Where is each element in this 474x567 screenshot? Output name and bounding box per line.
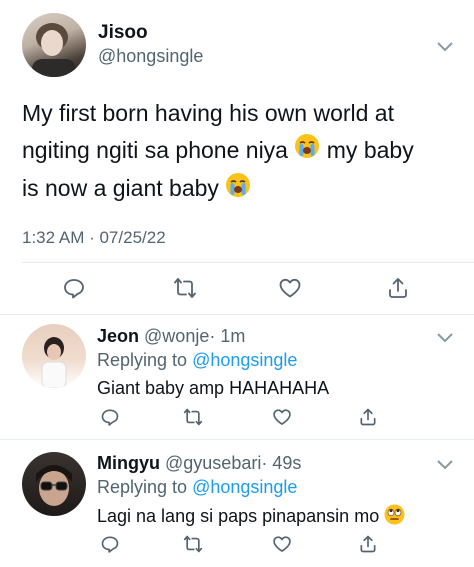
share-icon[interactable]	[358, 534, 378, 554]
author-name[interactable]: Mingyu	[97, 453, 160, 473]
share-icon[interactable]	[358, 407, 378, 427]
reply-icon[interactable]	[62, 276, 86, 300]
replying-to: Replying to @hongsingle	[97, 350, 297, 371]
replying-to: Replying to @hongsingle	[97, 477, 297, 498]
chevron-down-icon[interactable]	[436, 40, 454, 52]
author-handle[interactable]: @wonje	[144, 326, 209, 346]
reply-header: Jeon @wonje· 1m	[97, 326, 245, 347]
tweet-text-part: my baby	[326, 137, 414, 163]
author-handle[interactable]: @gyusebari	[165, 453, 261, 473]
reply-text: Lagi na lang si paps pinapansin mo	[97, 505, 380, 526]
heart-icon[interactable]	[272, 534, 292, 554]
avatar-portrait	[41, 337, 67, 388]
author-name[interactable]: Jeon	[97, 326, 139, 346]
avatar-mingyu[interactable]	[22, 452, 86, 516]
reply-header: Mingyu @gyusebari· 49s	[97, 453, 301, 474]
reply-icon[interactable]	[100, 407, 120, 427]
retweet-icon[interactable]	[183, 407, 203, 427]
retweet-icon[interactable]	[183, 534, 203, 554]
avatar-portrait	[36, 465, 72, 506]
tweet-text-line1: My first born having his own world at	[22, 100, 394, 126]
author-name[interactable]: Jisoo	[98, 22, 148, 44]
replying-to-handle[interactable]: @hongsingle	[192, 477, 297, 497]
tweet-text-line3: is now a giant baby	[22, 170, 462, 208]
replying-to-label: Replying to	[97, 477, 188, 497]
retweet-icon[interactable]	[173, 276, 197, 300]
tweet-text-line2: ngiting ngiti sa phone niya my baby	[22, 132, 462, 170]
reply-time[interactable]: · 49s	[261, 453, 301, 473]
reply-icon[interactable]	[100, 534, 120, 554]
author-handle[interactable]: @hongsingle	[98, 46, 203, 67]
loudly-crying-face-emoji	[294, 133, 320, 170]
heart-icon[interactable]	[272, 407, 292, 427]
avatar-jeon[interactable]	[22, 324, 86, 388]
tweet-text-part: is now a giant baby	[22, 175, 219, 202]
divider	[0, 439, 474, 440]
avatar-jisoo[interactable]	[22, 13, 86, 77]
replying-to-handle[interactable]: @hongsingle	[192, 350, 297, 370]
reply-time[interactable]: · 1m	[209, 326, 245, 346]
reply-text: Giant baby amp HAHAHAHA	[97, 378, 330, 398]
tweet-text: My first born having his own world at ng…	[22, 95, 462, 209]
avatar-portrait	[32, 23, 76, 77]
tweet-text-part: ngiting ngiti sa phone niya	[22, 137, 288, 163]
face-with-rolling-eyes-emoji	[384, 504, 405, 530]
share-icon[interactable]	[386, 276, 410, 300]
divider	[22, 262, 474, 263]
chevron-down-icon[interactable]	[436, 331, 454, 343]
heart-icon[interactable]	[278, 276, 302, 300]
tweet-timestamp[interactable]: 1:32 AM · 07/25/22	[22, 228, 166, 248]
replying-to-label: Replying to	[97, 350, 188, 370]
loudly-crying-face-emoji	[225, 172, 251, 209]
chevron-down-icon[interactable]	[436, 458, 454, 470]
divider	[0, 314, 474, 315]
reply-text-row: Lagi na lang si paps pinapansin mo	[97, 504, 405, 530]
